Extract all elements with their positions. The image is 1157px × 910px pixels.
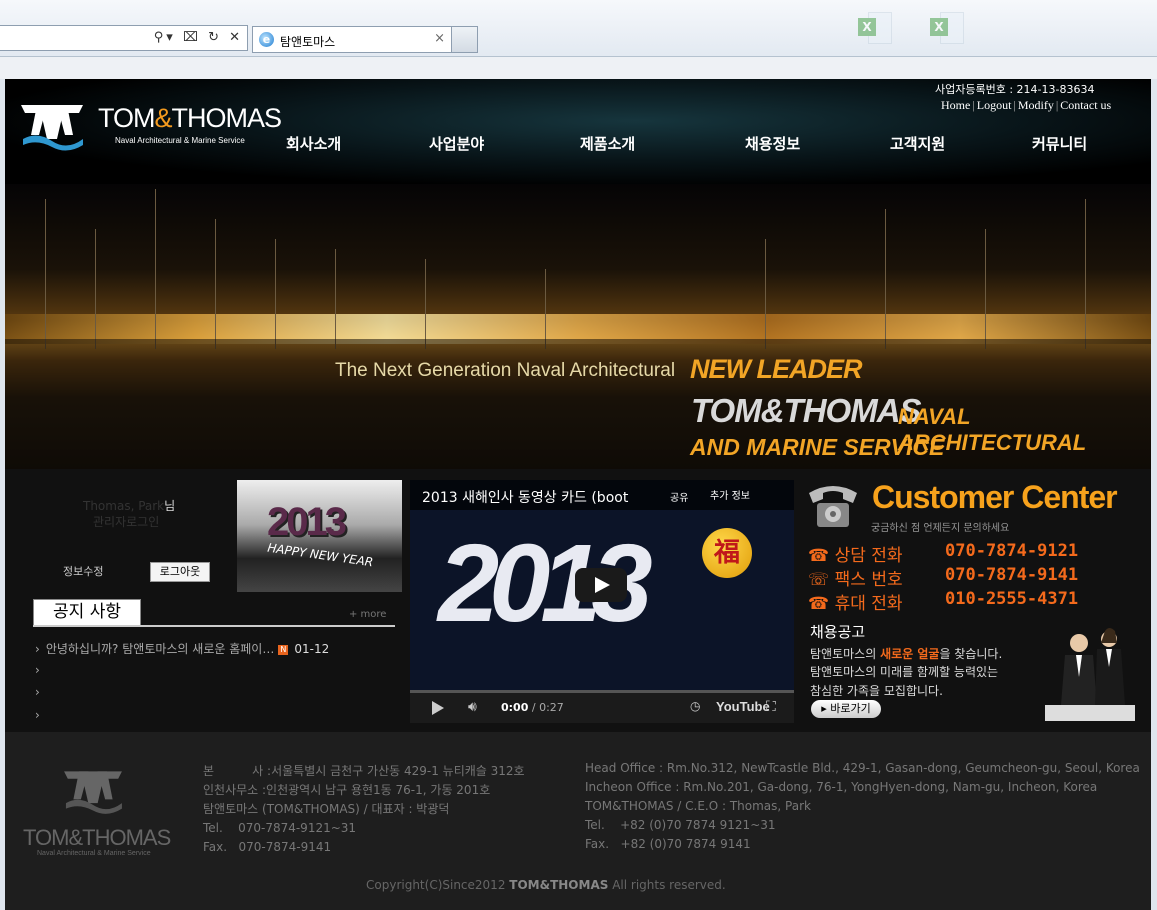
new-badge: N bbox=[278, 644, 289, 655]
banner-tagline: The Next Generation Naval Architectural bbox=[335, 360, 676, 381]
logged-in-user: Thomas, Park님 bbox=[83, 499, 176, 513]
mobile-icon: ☎ bbox=[808, 594, 830, 614]
business-people-image bbox=[1045, 628, 1135, 721]
logout-button[interactable]: 로그아웃 bbox=[150, 562, 210, 582]
video-time: 0:00 / 0:27 bbox=[501, 701, 564, 714]
volume-icon[interactable]: 🔊︎ bbox=[468, 699, 477, 715]
nav-support[interactable]: 고객지원 bbox=[890, 133, 945, 154]
fax-icon: ☏ bbox=[808, 570, 830, 590]
play-button[interactable] bbox=[575, 568, 627, 602]
footer-korean-info: 본 사 :서울특별시 금천구 가산동 429-1 뉴티캐슬 312호 인천사무소… bbox=[203, 764, 525, 854]
nav-products[interactable]: 제품소개 bbox=[580, 133, 635, 154]
youtube-logo[interactable]: YouTube bbox=[716, 699, 770, 714]
customer-center-subtitle: 궁금하신 점 언제든지 문의하세요 bbox=[871, 523, 1010, 534]
share-button[interactable]: 공유 bbox=[670, 489, 688, 504]
nav-business[interactable]: 사업분야 bbox=[429, 133, 484, 154]
logout-link[interactable]: Logout bbox=[977, 98, 1012, 112]
phone-icon: ☎ bbox=[808, 546, 830, 566]
footer-english-info: Head Office : Rm.No.312, NewTcastle Bld.… bbox=[585, 761, 1140, 851]
edit-info-link[interactable]: 정보수정 bbox=[63, 563, 103, 579]
video-title-bar: 2013 새해인사 동영상 카드 (boot 공유 추가 정보 bbox=[410, 480, 794, 510]
home-link[interactable]: Home bbox=[941, 98, 970, 112]
logo-subtitle: Naval Architectural & Marine Service bbox=[115, 136, 245, 145]
excel-file-icon[interactable]: X bbox=[858, 10, 892, 44]
customer-center-title: Customer Center bbox=[872, 479, 1118, 515]
logo-text[interactable]: TOM&THOMAS bbox=[98, 103, 282, 134]
address-bar-icons[interactable]: ⚲▾ ⌧ ↻ ✕ bbox=[154, 30, 243, 45]
browser-tab[interactable]: e 탐앤토마스 × bbox=[252, 26, 452, 53]
copyright: Copyright(C)Since2012 TOM&THOMAS All rig… bbox=[366, 878, 726, 892]
notice-item[interactable]: › 안녕하십니까? 탐앤토마스의 새로운 홈페이… N 01-12 bbox=[35, 640, 329, 657]
notice-more-link[interactable]: + more bbox=[349, 609, 386, 620]
tab-close-icon[interactable]: × bbox=[434, 31, 445, 46]
fullscreen-icon[interactable]: ⛶ bbox=[766, 699, 776, 715]
tab-title: 탐앤토마스 bbox=[280, 35, 336, 49]
ie-icon: e bbox=[259, 32, 274, 47]
notice-board-title[interactable]: 공지 사항 bbox=[33, 599, 141, 625]
mobile-phone-row: ☎ 휴대 전화 010-2555-4371 bbox=[808, 589, 1079, 614]
contact-us-link[interactable]: Contact us bbox=[1060, 98, 1111, 112]
nav-careers[interactable]: 채용정보 bbox=[745, 133, 800, 154]
fax-row: ☏ 팩스 번호 070-7874-9141 bbox=[808, 565, 1079, 590]
notice-item[interactable]: › bbox=[35, 685, 46, 699]
job-posting-text: 탐앤토마스의 미래를 함께할 능력있는 bbox=[810, 665, 999, 679]
job-posting-text: 탐앤토마스의 새로운 얼굴을 찾습니다. bbox=[810, 647, 1003, 661]
browser-chrome: ⚲▾ ⌧ ↻ ✕ e 탐앤토마스 × X X bbox=[0, 0, 1157, 79]
play-icon[interactable] bbox=[432, 701, 444, 715]
youtube-video-player[interactable]: 2013 福 2013 새해인사 동영상 카드 (boot 공유 추가 정보 🔊… bbox=[410, 480, 794, 723]
nav-company-intro[interactable]: 회사소개 bbox=[286, 133, 341, 154]
job-posting-title: 채용공고 bbox=[810, 623, 866, 641]
new-year-promo-image[interactable]: 2013 HAPPY NEW YEAR bbox=[237, 480, 402, 592]
excel-file-icon[interactable]: X bbox=[930, 10, 964, 44]
consult-phone-row: ☎ 상담 전화 070-7874-9121 bbox=[808, 541, 1079, 566]
business-registration-number: 사업자등록번호 : 214-13-83634 bbox=[935, 83, 1095, 96]
video-title[interactable]: 2013 새해인사 동영상 카드 (boot bbox=[422, 487, 662, 507]
notice-item[interactable]: › bbox=[35, 663, 46, 677]
fortune-emblem: 福 bbox=[702, 528, 752, 578]
notice-item[interactable]: › bbox=[35, 708, 46, 722]
main-content: Thomas, Park님 관리자로그인 정보수정 로그아웃 2013 HAPP… bbox=[5, 469, 1151, 732]
footer-logo-text: TOM&THOMAS bbox=[23, 825, 171, 850]
banner-marine-service: AND MARINE SERVICE bbox=[690, 434, 945, 460]
tom-thomas-logo-icon[interactable] bbox=[17, 95, 87, 155]
site-footer: TOM&THOMAS Naval Architectural & Marine … bbox=[5, 732, 1151, 910]
go-to-jobs-button[interactable]: ▸ 바로가기 bbox=[811, 700, 881, 718]
more-info-button[interactable]: 추가 정보 bbox=[710, 487, 750, 502]
video-controls: 🔊︎ 0:00 / 0:27 ◷ YouTube ⛶ bbox=[410, 693, 794, 723]
telephone-icon bbox=[809, 486, 857, 527]
login-role: 관리자로그인 bbox=[93, 515, 160, 529]
notice-divider bbox=[33, 625, 395, 627]
banner-new-leader: NEW LEADER bbox=[690, 354, 862, 384]
footer-logo-icon bbox=[64, 771, 122, 814]
site-header: TOM&THOMAS Naval Architectural & Marine … bbox=[5, 79, 1151, 184]
new-tab-button[interactable] bbox=[452, 26, 478, 53]
address-bar[interactable]: ⚲▾ ⌧ ↻ ✕ bbox=[0, 25, 248, 51]
banner-brand: TOM&THOMAS bbox=[691, 392, 922, 429]
footer-logo-subtitle: Naval Architectural & Marine Service bbox=[37, 850, 151, 857]
hero-banner: The Next Generation Naval Architectural … bbox=[5, 184, 1151, 469]
modify-link[interactable]: Modify bbox=[1018, 98, 1054, 112]
web-page: TOM&THOMAS Naval Architectural & Marine … bbox=[5, 79, 1151, 910]
job-posting-text: 참심한 가족을 모집합니다. bbox=[810, 684, 943, 698]
top-links: Home | Logout | Modify | Contact us bbox=[941, 98, 1112, 112]
watch-later-icon[interactable]: ◷ bbox=[690, 699, 700, 713]
browser-toolbar-strip bbox=[0, 56, 1157, 79]
nav-community[interactable]: 커뮤니티 bbox=[1032, 133, 1087, 154]
